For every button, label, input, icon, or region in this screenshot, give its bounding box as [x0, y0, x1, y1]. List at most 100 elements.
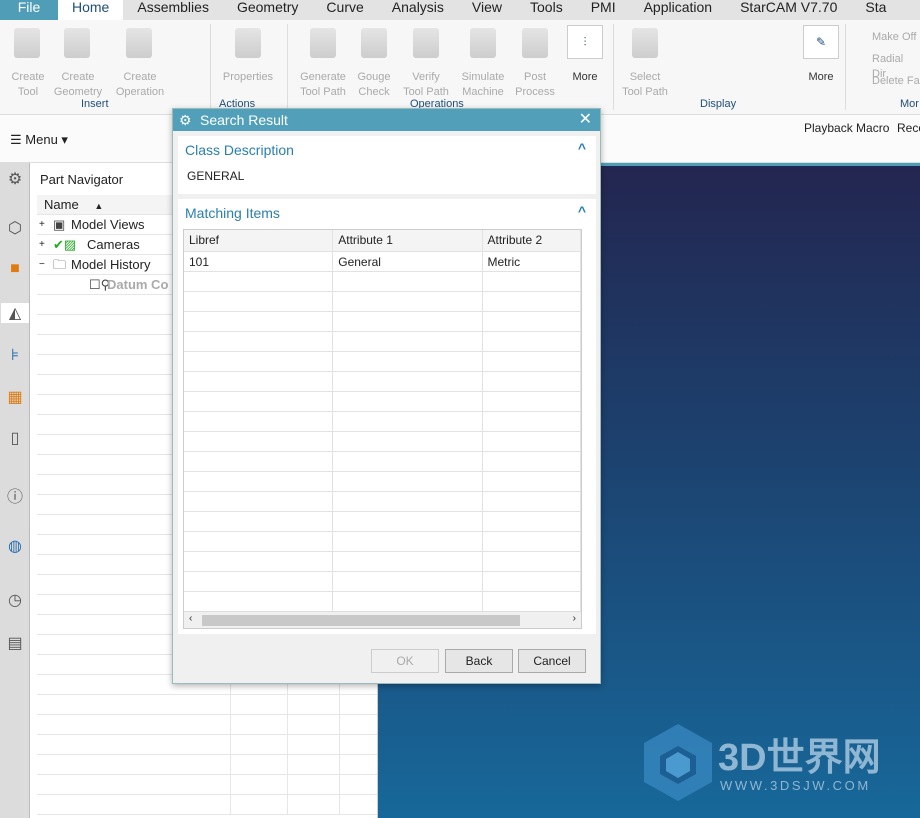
tab-sta[interactable]: Sta: [851, 0, 900, 20]
table-row[interactable]: [184, 372, 581, 392]
verify-tool-path-button[interactable]: Verify Tool Path: [399, 70, 453, 100]
scroll-right-icon[interactable]: ›: [573, 613, 576, 624]
table-row[interactable]: [184, 532, 581, 552]
table-row[interactable]: [184, 592, 581, 612]
part-navigator-icon[interactable]: ◭: [1, 303, 29, 323]
tab-tools[interactable]: Tools: [516, 0, 577, 20]
more-display-icon: ✎: [803, 25, 839, 59]
tree-empty-row[interactable]: [37, 715, 377, 735]
make-offset-button[interactable]: Make Off: [872, 30, 916, 45]
back-button[interactable]: Back: [445, 649, 513, 673]
tab-assemblies[interactable]: Assemblies: [123, 0, 223, 20]
tree-empty-row[interactable]: [37, 795, 377, 815]
scrollbar-thumb[interactable]: [202, 615, 520, 626]
expand-toggle-icon[interactable]: +: [39, 235, 45, 255]
menu-button[interactable]: ☰ Menu ▾: [10, 132, 68, 148]
post-process-button[interactable]: Post Process: [512, 70, 558, 100]
tree-empty-row[interactable]: [37, 735, 377, 755]
table-cell: [184, 292, 334, 311]
tab-view[interactable]: View: [458, 0, 516, 20]
close-button[interactable]: ✕: [579, 109, 592, 131]
tab-file[interactable]: File: [0, 0, 58, 20]
table-row[interactable]: [184, 432, 581, 452]
table-cell: [483, 452, 581, 471]
info-icon[interactable]: ⓘ: [5, 483, 25, 506]
simulate-machine-button[interactable]: Simulate Machine: [457, 70, 509, 100]
tree-empty-row[interactable]: [37, 775, 377, 795]
table-row[interactable]: [184, 352, 581, 372]
table-row[interactable]: 101 General Metric: [184, 252, 581, 272]
create-operation-icon: [126, 28, 152, 58]
assembly-navigator-icon[interactable]: ⬡: [5, 218, 25, 238]
properties-button[interactable]: Properties: [218, 70, 278, 85]
table-row[interactable]: [184, 332, 581, 352]
ribbon-tabs: File Home Assemblies Geometry Curve Analysis V…: [0, 0, 920, 20]
create-tool-button[interactable]: Create Tool: [6, 70, 50, 100]
tree-empty-row[interactable]: [37, 755, 377, 775]
web-browser-icon[interactable]: ◍: [5, 536, 25, 556]
create-geometry-button[interactable]: Create Geometry: [52, 70, 104, 100]
collapse-icon[interactable]: ^: [578, 140, 586, 156]
expand-toggle-icon[interactable]: +: [39, 215, 45, 235]
sort-ascending-icon: ▲: [94, 201, 104, 211]
system-materials-icon[interactable]: ▤: [5, 633, 25, 653]
history-icon[interactable]: ◷: [5, 590, 25, 610]
collapse-icon[interactable]: ^: [578, 203, 586, 219]
column-libref[interactable]: Libref: [184, 230, 334, 251]
table-row[interactable]: [184, 392, 581, 412]
tab-analysis[interactable]: Analysis: [378, 0, 458, 20]
create-operation-button[interactable]: Create Operation: [110, 70, 170, 100]
select-tool-path-button[interactable]: Select Tool Path: [618, 70, 672, 100]
table-row[interactable]: [184, 572, 581, 592]
table-cell: [483, 592, 581, 611]
tab-geometry[interactable]: Geometry: [223, 0, 312, 20]
divider: [287, 24, 288, 110]
class-value: GENERAL: [187, 169, 245, 183]
create-tool-icon: [14, 28, 40, 58]
logo-hexagon-icon: [644, 724, 712, 801]
table-row[interactable]: [184, 492, 581, 512]
ok-button[interactable]: OK: [371, 649, 439, 673]
table-cell: [333, 392, 483, 411]
class-description-header[interactable]: Class Description: [178, 136, 596, 164]
tab-home[interactable]: Home: [58, 0, 124, 20]
table-row[interactable]: [184, 412, 581, 432]
column-attribute-2[interactable]: Attribute 2: [483, 230, 581, 251]
table-cell: [333, 312, 483, 331]
tab-pmi[interactable]: PMI: [577, 0, 630, 20]
cancel-button[interactable]: Cancel: [518, 649, 586, 673]
table-row[interactable]: [184, 552, 581, 572]
operation-navigator-icon[interactable]: ⊧: [5, 345, 25, 365]
tab-curve[interactable]: Curve: [312, 0, 377, 20]
table-row[interactable]: [184, 512, 581, 532]
table-row[interactable]: [184, 292, 581, 312]
delete-face-button[interactable]: Delete Fa: [872, 74, 920, 89]
playback-macro-button[interactable]: Playback Macro: [804, 121, 889, 135]
divider: [210, 24, 211, 110]
table-cell: [483, 512, 581, 531]
scroll-left-icon[interactable]: ‹: [189, 613, 192, 624]
tab-application[interactable]: Application: [630, 0, 727, 20]
table-row[interactable]: [184, 312, 581, 332]
table-cell: [483, 392, 581, 411]
record-button[interactable]: Reco: [897, 121, 920, 135]
machine-tool-icon[interactable]: ▦: [5, 387, 25, 407]
horizontal-scrollbar[interactable]: ‹ ›: [184, 611, 581, 628]
more-operations-button[interactable]: More: [565, 70, 605, 85]
table-row[interactable]: [184, 452, 581, 472]
gouge-check-button[interactable]: Gouge Check: [352, 70, 396, 100]
tab-starcam-v7-70[interactable]: StarCAM V7.70: [726, 0, 851, 20]
generate-tool-path-button[interactable]: Generate Tool Path: [296, 70, 350, 100]
matching-items-header[interactable]: Matching Items: [178, 199, 596, 227]
table-cell: [483, 532, 581, 551]
column-attribute-1[interactable]: Attribute 1: [333, 230, 483, 251]
settings-icon[interactable]: ⚙: [5, 169, 25, 189]
table-row[interactable]: [184, 272, 581, 292]
table-cell: [184, 412, 334, 431]
expand-toggle-icon[interactable]: −: [39, 255, 45, 275]
tree-empty-row[interactable]: [37, 695, 377, 715]
library-icon[interactable]: ▯: [5, 428, 25, 448]
more-display-button[interactable]: More: [801, 70, 841, 85]
constraint-navigator-icon[interactable]: ■: [5, 260, 25, 280]
table-row[interactable]: [184, 472, 581, 492]
